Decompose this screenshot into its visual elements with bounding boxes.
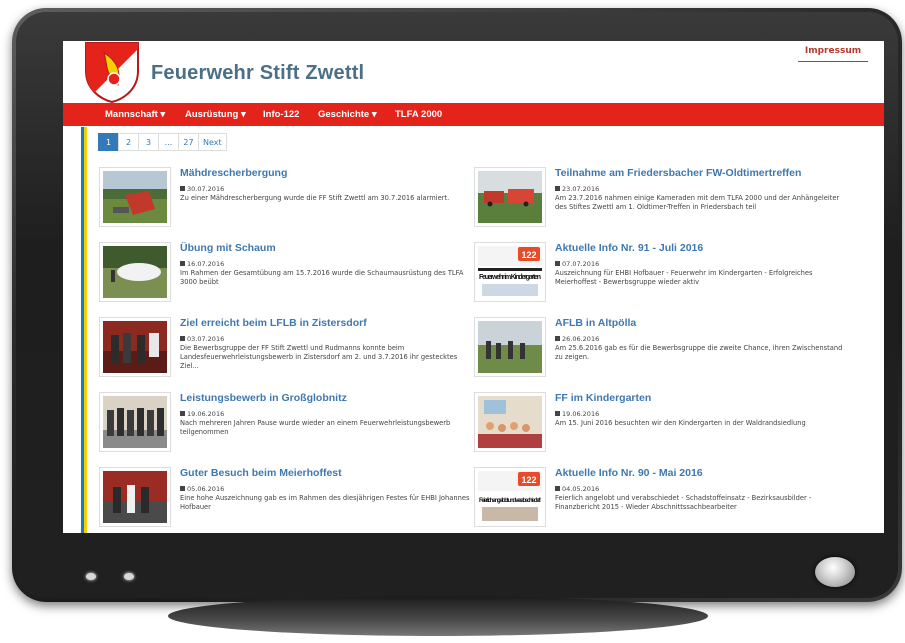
content-area: 1 2 3 ... 27 Next Mähdrescherbergung 30.… — [84, 127, 870, 533]
competition-photo-image — [478, 321, 542, 373]
nav-item-info-122[interactable]: Info-122 — [263, 109, 299, 120]
svg-text:122: 122 — [521, 475, 536, 485]
monitor-stand — [168, 596, 708, 636]
award-photo-image — [103, 321, 167, 373]
site-header: Feuerwehr Stift Zwettl Impressum — [63, 41, 884, 103]
news-item: FF im Kindergarten 19.06.2016 Am 15. Jun… — [474, 392, 834, 462]
news-thumbnail[interactable] — [474, 317, 546, 377]
news-date: 26.06.2016 — [555, 335, 599, 343]
news-item: Teilnahme am Friedersbacher FW-Oldtimert… — [474, 167, 839, 237]
led-indicator — [124, 573, 134, 580]
calendar-icon — [180, 186, 185, 191]
impressum-link[interactable]: Impressum — [798, 46, 868, 62]
news-date: 19.06.2016 — [180, 410, 224, 418]
news-thumbnail[interactable] — [99, 317, 171, 377]
led-indicator — [86, 573, 96, 580]
news-item: Ziel erreicht beim LFLB in Zistersdorf 0… — [99, 317, 459, 387]
news-date: 30.07.2016 — [180, 185, 224, 193]
festival-photo-image — [103, 471, 167, 523]
nav-item-tlfa-2000[interactable]: TLFA 2000 — [395, 109, 442, 120]
foam-exercise-photo-image — [103, 246, 167, 298]
news-teaser: Zu einer Mähdrescherbergung wurde die FF… — [180, 194, 450, 202]
kindergarten-photo-image — [478, 396, 542, 448]
page-ellipsis: ... — [158, 133, 179, 151]
newsletter-cover-image: 122 Feuerwehr im Kindergarten — [478, 246, 542, 298]
team-photo-image — [103, 396, 167, 448]
news-teaser: Am 23.7.2016 nahmen einige Kameraden mit… — [555, 194, 840, 211]
news-title-link[interactable]: Leistungsbewerb in Großglobnitz — [180, 392, 347, 404]
page-button-2[interactable]: 2 — [118, 133, 139, 151]
calendar-icon — [555, 411, 560, 416]
news-teaser: Nach mehreren Jahren Pause wurde wieder … — [180, 419, 451, 436]
site-title[interactable]: Feuerwehr Stift Zwettl — [151, 62, 364, 85]
harvester-photo-image — [103, 171, 167, 223]
page-button-27[interactable]: 27 — [178, 133, 199, 151]
news-date: 04.05.2016 — [555, 485, 599, 493]
calendar-icon — [555, 486, 560, 491]
news-item: 122 Feierlich angelobt und verabschiedet… — [474, 467, 834, 533]
news-teaser: Feierlich angelobt und verabschiedet - S… — [555, 494, 812, 511]
page-button-1[interactable]: 1 — [98, 133, 119, 151]
news-thumbnail[interactable]: 122 Feierlich angelobt und verabschiedet… — [474, 467, 546, 527]
fire-brigade-logo[interactable] — [84, 41, 140, 103]
news-title-link[interactable]: Aktuelle Info Nr. 90 - Mai 2016 — [555, 467, 703, 479]
svg-text:122: 122 — [521, 250, 536, 260]
news-title-link[interactable]: FF im Kindergarten — [555, 392, 651, 404]
news-teaser: Am 25.6.2016 gab es für die Bewerbsgrupp… — [555, 344, 843, 361]
page-button-3[interactable]: 3 — [138, 133, 159, 151]
news-thumbnail[interactable] — [474, 167, 546, 227]
oldtimer-photo-image — [478, 171, 542, 223]
news-thumbnail[interactable] — [99, 392, 171, 452]
news-thumbnail[interactable] — [99, 242, 171, 302]
svg-text:Feuerwehr im Kindergarten: Feuerwehr im Kindergarten — [479, 274, 541, 281]
news-date: 05.06.2016 — [180, 485, 224, 493]
calendar-icon — [180, 486, 185, 491]
svg-text:Feierlich angelobt und verabsc: Feierlich angelobt und verabschiedet! — [479, 498, 541, 504]
news-date: 23.07.2016 — [555, 185, 599, 193]
calendar-icon — [180, 411, 185, 416]
nav-item-mannschaft[interactable]: Mannschaft ▾ — [105, 109, 165, 120]
power-button[interactable] — [815, 557, 855, 587]
news-teaser: Am 15. Juni 2016 besuchten wir den Kinde… — [555, 419, 806, 427]
news-teaser: Eine hohe Auszeichnung gab es im Rahmen … — [180, 494, 470, 511]
news-date: 03.07.2016 — [180, 335, 224, 343]
news-item: Guter Besuch beim Meierhoffest 05.06.201… — [99, 467, 469, 533]
news-title-link[interactable]: Guter Besuch beim Meierhoffest — [180, 467, 342, 479]
news-title-link[interactable]: Mähdrescherbergung — [180, 167, 287, 179]
news-date: 07.07.2016 — [555, 260, 599, 268]
news-teaser: Die Bewerbsgruppe der FF Stift Zwettl un… — [180, 344, 458, 370]
news-title-link[interactable]: Ziel erreicht beim LFLB in Zistersdorf — [180, 317, 367, 329]
nav-item-geschichte[interactable]: Geschichte ▾ — [318, 109, 377, 120]
news-thumbnail[interactable] — [474, 392, 546, 452]
news-date: 16.07.2016 — [180, 260, 224, 268]
next-button[interactable]: Next — [198, 133, 227, 151]
news-title-link[interactable]: Übung mit Schaum — [180, 242, 276, 254]
news-teaser: Im Rahmen der Gesamtübung am 15.7.2016 w… — [180, 269, 464, 286]
calendar-icon — [555, 186, 560, 191]
news-item: 122 Feuerwehr im Kindergarten Aktuelle I… — [474, 242, 834, 312]
news-item: Leistungsbewerb in Großglobnitz 19.06.20… — [99, 392, 459, 462]
news-thumbnail[interactable] — [99, 167, 171, 227]
news-item: Übung mit Schaum 16.07.2016 Im Rahmen de… — [99, 242, 463, 312]
nav-item-ausruestung[interactable]: Ausrüstung ▾ — [185, 109, 246, 120]
news-title-link[interactable]: Aktuelle Info Nr. 91 - Juli 2016 — [555, 242, 703, 254]
calendar-icon — [555, 336, 560, 341]
news-title-link[interactable]: Teilnahme am Friedersbacher FW-Oldtimert… — [555, 167, 801, 179]
main-navbar: Mannschaft ▾ Ausrüstung ▾ Info-122 Gesch… — [63, 103, 884, 126]
news-title-link[interactable]: AFLB in Altpölla — [555, 317, 636, 329]
calendar-icon — [180, 261, 185, 266]
browser-screen: Feuerwehr Stift Zwettl Impressum Mannsch… — [63, 41, 884, 533]
news-item: AFLB in Altpölla 26.06.2016 Am 25.6.2016… — [474, 317, 842, 387]
news-thumbnail[interactable]: 122 Feuerwehr im Kindergarten — [474, 242, 546, 302]
calendar-icon — [180, 336, 185, 341]
news-thumbnail[interactable] — [99, 467, 171, 527]
pagination: 1 2 3 ... 27 Next — [98, 133, 227, 151]
news-date: 19.06.2016 — [555, 410, 599, 418]
news-item: Mähdrescherbergung 30.07.2016 Zu einer M… — [99, 167, 459, 237]
news-teaser: Auszeichnung für EHBI Hofbauer - Feuerwe… — [555, 269, 813, 286]
calendar-icon — [555, 261, 560, 266]
newsletter-cover-image: 122 Feierlich angelobt und verabschiedet… — [478, 471, 542, 523]
